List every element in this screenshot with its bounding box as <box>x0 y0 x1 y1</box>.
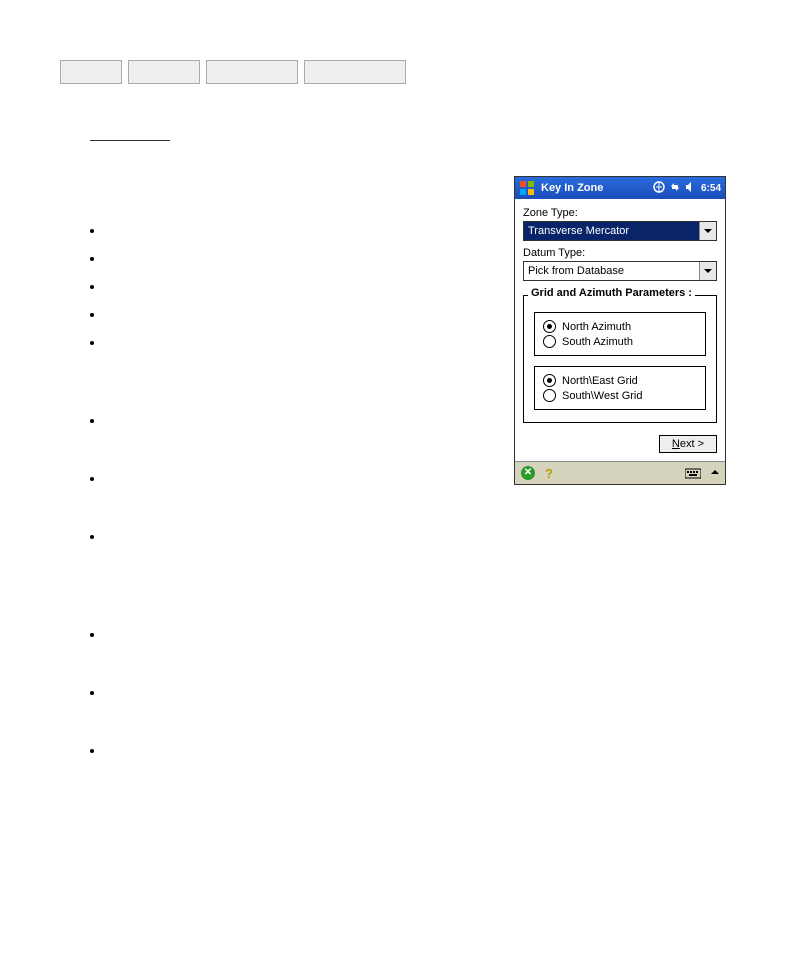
radio-icon <box>543 335 556 348</box>
windows-logo-icon <box>519 180 535 196</box>
datum-type-label: Datum Type: <box>523 247 717 259</box>
keyboard-icon[interactable] <box>685 467 701 479</box>
list-item <box>105 222 484 232</box>
bullet-list <box>60 176 484 770</box>
radio-label: North Azimuth <box>562 321 631 333</box>
crumb-2[interactable] <box>128 60 200 84</box>
list-item <box>105 334 484 394</box>
list-item <box>105 470 484 510</box>
speaker-icon[interactable] <box>685 181 697 196</box>
sync-icon[interactable] <box>669 181 681 196</box>
key-in-zone-dialog: Key In Zone 6:54 Zone Type: Transverse M… <box>514 176 726 485</box>
datum-type-select[interactable]: Pick from Database <box>523 261 717 281</box>
list-item <box>105 412 484 452</box>
close-icon[interactable]: ✕ <box>521 466 535 480</box>
grid-radio-group: North\East Grid South\West Grid <box>534 366 706 410</box>
chevron-down-icon[interactable] <box>699 222 716 240</box>
datum-type-value: Pick from Database <box>524 262 699 280</box>
radio-label: South\West Grid <box>562 390 643 402</box>
chevron-down-icon[interactable] <box>699 262 716 280</box>
dialog-title: Key In Zone <box>541 182 653 194</box>
list-item <box>105 528 484 608</box>
group-title: Grid and Azimuth Parameters : <box>528 287 695 299</box>
triangle-up-icon[interactable] <box>711 467 719 479</box>
list-item <box>105 626 484 666</box>
zone-type-select[interactable]: Transverse Mercator <box>523 221 717 241</box>
crumb-1[interactable] <box>60 60 122 84</box>
list-item <box>105 306 484 316</box>
north-east-grid-radio[interactable]: North\East Grid <box>543 374 697 387</box>
radio-label: South Azimuth <box>562 336 633 348</box>
radio-label: North\East Grid <box>562 375 638 387</box>
grid-azimuth-group: Grid and Azimuth Parameters : North Azim… <box>523 295 717 423</box>
section-heading <box>90 124 726 146</box>
list-item <box>105 742 484 752</box>
radio-icon <box>543 374 556 387</box>
south-west-grid-radio[interactable]: South\West Grid <box>543 389 697 402</box>
connectivity-icon[interactable] <box>653 181 665 196</box>
breadcrumb <box>60 60 726 84</box>
list-item <box>105 250 484 260</box>
zone-type-value: Transverse Mercator <box>524 222 699 240</box>
clock-time[interactable]: 6:54 <box>701 183 721 194</box>
next-mnemonic: N <box>672 438 680 450</box>
north-azimuth-radio[interactable]: North Azimuth <box>543 320 697 333</box>
next-label-rest: ext > <box>680 438 704 450</box>
list-item <box>105 278 484 288</box>
crumb-4[interactable] <box>304 60 406 84</box>
next-button[interactable]: Next > <box>659 435 717 453</box>
radio-icon <box>543 389 556 402</box>
zone-type-label: Zone Type: <box>523 207 717 219</box>
radio-icon <box>543 320 556 333</box>
help-icon[interactable]: ? <box>545 466 553 481</box>
south-azimuth-radio[interactable]: South Azimuth <box>543 335 697 348</box>
azimuth-radio-group: North Azimuth South Azimuth <box>534 312 706 356</box>
dialog-titlebar: Key In Zone 6:54 <box>515 177 725 199</box>
list-item <box>105 684 484 724</box>
crumb-3[interactable] <box>206 60 298 84</box>
dialog-bottom-toolbar: ✕ ? <box>515 461 725 484</box>
